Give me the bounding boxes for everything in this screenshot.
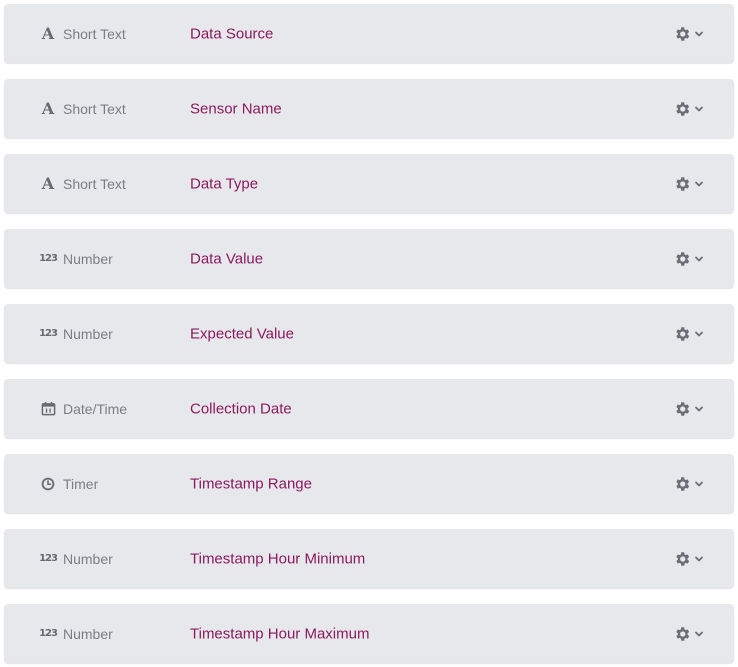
numeric-123-icon: 123 [39,327,58,339]
numeric-123-icon: 123 [39,252,58,264]
field-settings-menu[interactable] [673,325,704,343]
field-row[interactable]: A Short Text Data Type [4,154,734,213]
field-name[interactable]: Data Source [190,25,273,42]
field-name[interactable]: Data Type [190,175,258,192]
field-settings-menu[interactable] [673,25,704,43]
field-row[interactable]: 123 Number Timestamp Hour Maximum [4,604,734,663]
field-type-label: Short Text [63,100,126,117]
field-name[interactable]: Timestamp Hour Minimum [190,550,365,567]
field-type-label: Number [63,250,113,267]
field-name[interactable]: Timestamp Range [190,475,312,492]
gear-icon[interactable] [673,250,691,268]
field-row[interactable]: A Short Text Sensor Name [4,79,734,138]
field-settings-menu[interactable] [673,475,704,493]
field-row[interactable]: 123 Number Data Value [4,229,734,288]
chevron-down-icon[interactable] [694,29,704,39]
field-type-label: Short Text [63,25,126,42]
clock-icon [40,476,56,492]
field-row[interactable]: Timer Timestamp Range [4,454,734,513]
field-row[interactable]: 123 Number Expected Value [4,304,734,363]
field-type-label: Timer [63,475,99,492]
field-settings-menu[interactable] [673,625,704,643]
field-settings-menu[interactable] [673,550,704,568]
field-type-label: Number [63,325,113,342]
letter-a-icon: A [41,98,55,118]
chevron-down-icon[interactable] [694,554,704,564]
calendar-icon [40,401,56,417]
numeric-123-icon: 123 [39,552,58,564]
gear-icon[interactable] [673,325,691,343]
field-settings-menu[interactable] [673,400,704,418]
gear-icon[interactable] [673,550,691,568]
chevron-down-icon[interactable] [694,329,704,339]
field-name[interactable]: Sensor Name [190,100,282,117]
chevron-down-icon[interactable] [694,254,704,264]
field-row[interactable]: Date/Time Collection Date [4,379,734,438]
field-type-label: Number [63,550,113,567]
gear-icon[interactable] [673,475,691,493]
field-row[interactable]: 123 Number Timestamp Hour Minimum [4,529,734,588]
field-settings-menu[interactable] [673,100,704,118]
field-name[interactable]: Data Value [190,250,263,267]
gear-icon[interactable] [673,100,691,118]
letter-a-icon: A [41,173,55,193]
field-settings-menu[interactable] [673,250,704,268]
chevron-down-icon[interactable] [694,629,704,639]
field-name[interactable]: Timestamp Hour Maximum [190,625,369,642]
field-name[interactable]: Expected Value [190,325,294,342]
gear-icon[interactable] [673,625,691,643]
letter-a-icon: A [41,23,55,43]
field-settings-menu[interactable] [673,175,704,193]
chevron-down-icon[interactable] [694,479,704,489]
gear-icon[interactable] [673,175,691,193]
gear-icon[interactable] [673,400,691,418]
numeric-123-icon: 123 [39,627,58,639]
gear-icon[interactable] [673,25,691,43]
chevron-down-icon[interactable] [694,179,704,189]
field-row[interactable]: A Short Text Data Source [4,4,734,63]
chevron-down-icon[interactable] [694,404,704,414]
field-type-label: Number [63,625,113,642]
field-list: A Short Text Data Source A Short Text Se… [0,0,738,667]
field-name[interactable]: Collection Date [190,400,292,417]
field-type-label: Date/Time [63,400,128,417]
field-type-label: Short Text [63,175,126,192]
chevron-down-icon[interactable] [694,104,704,114]
